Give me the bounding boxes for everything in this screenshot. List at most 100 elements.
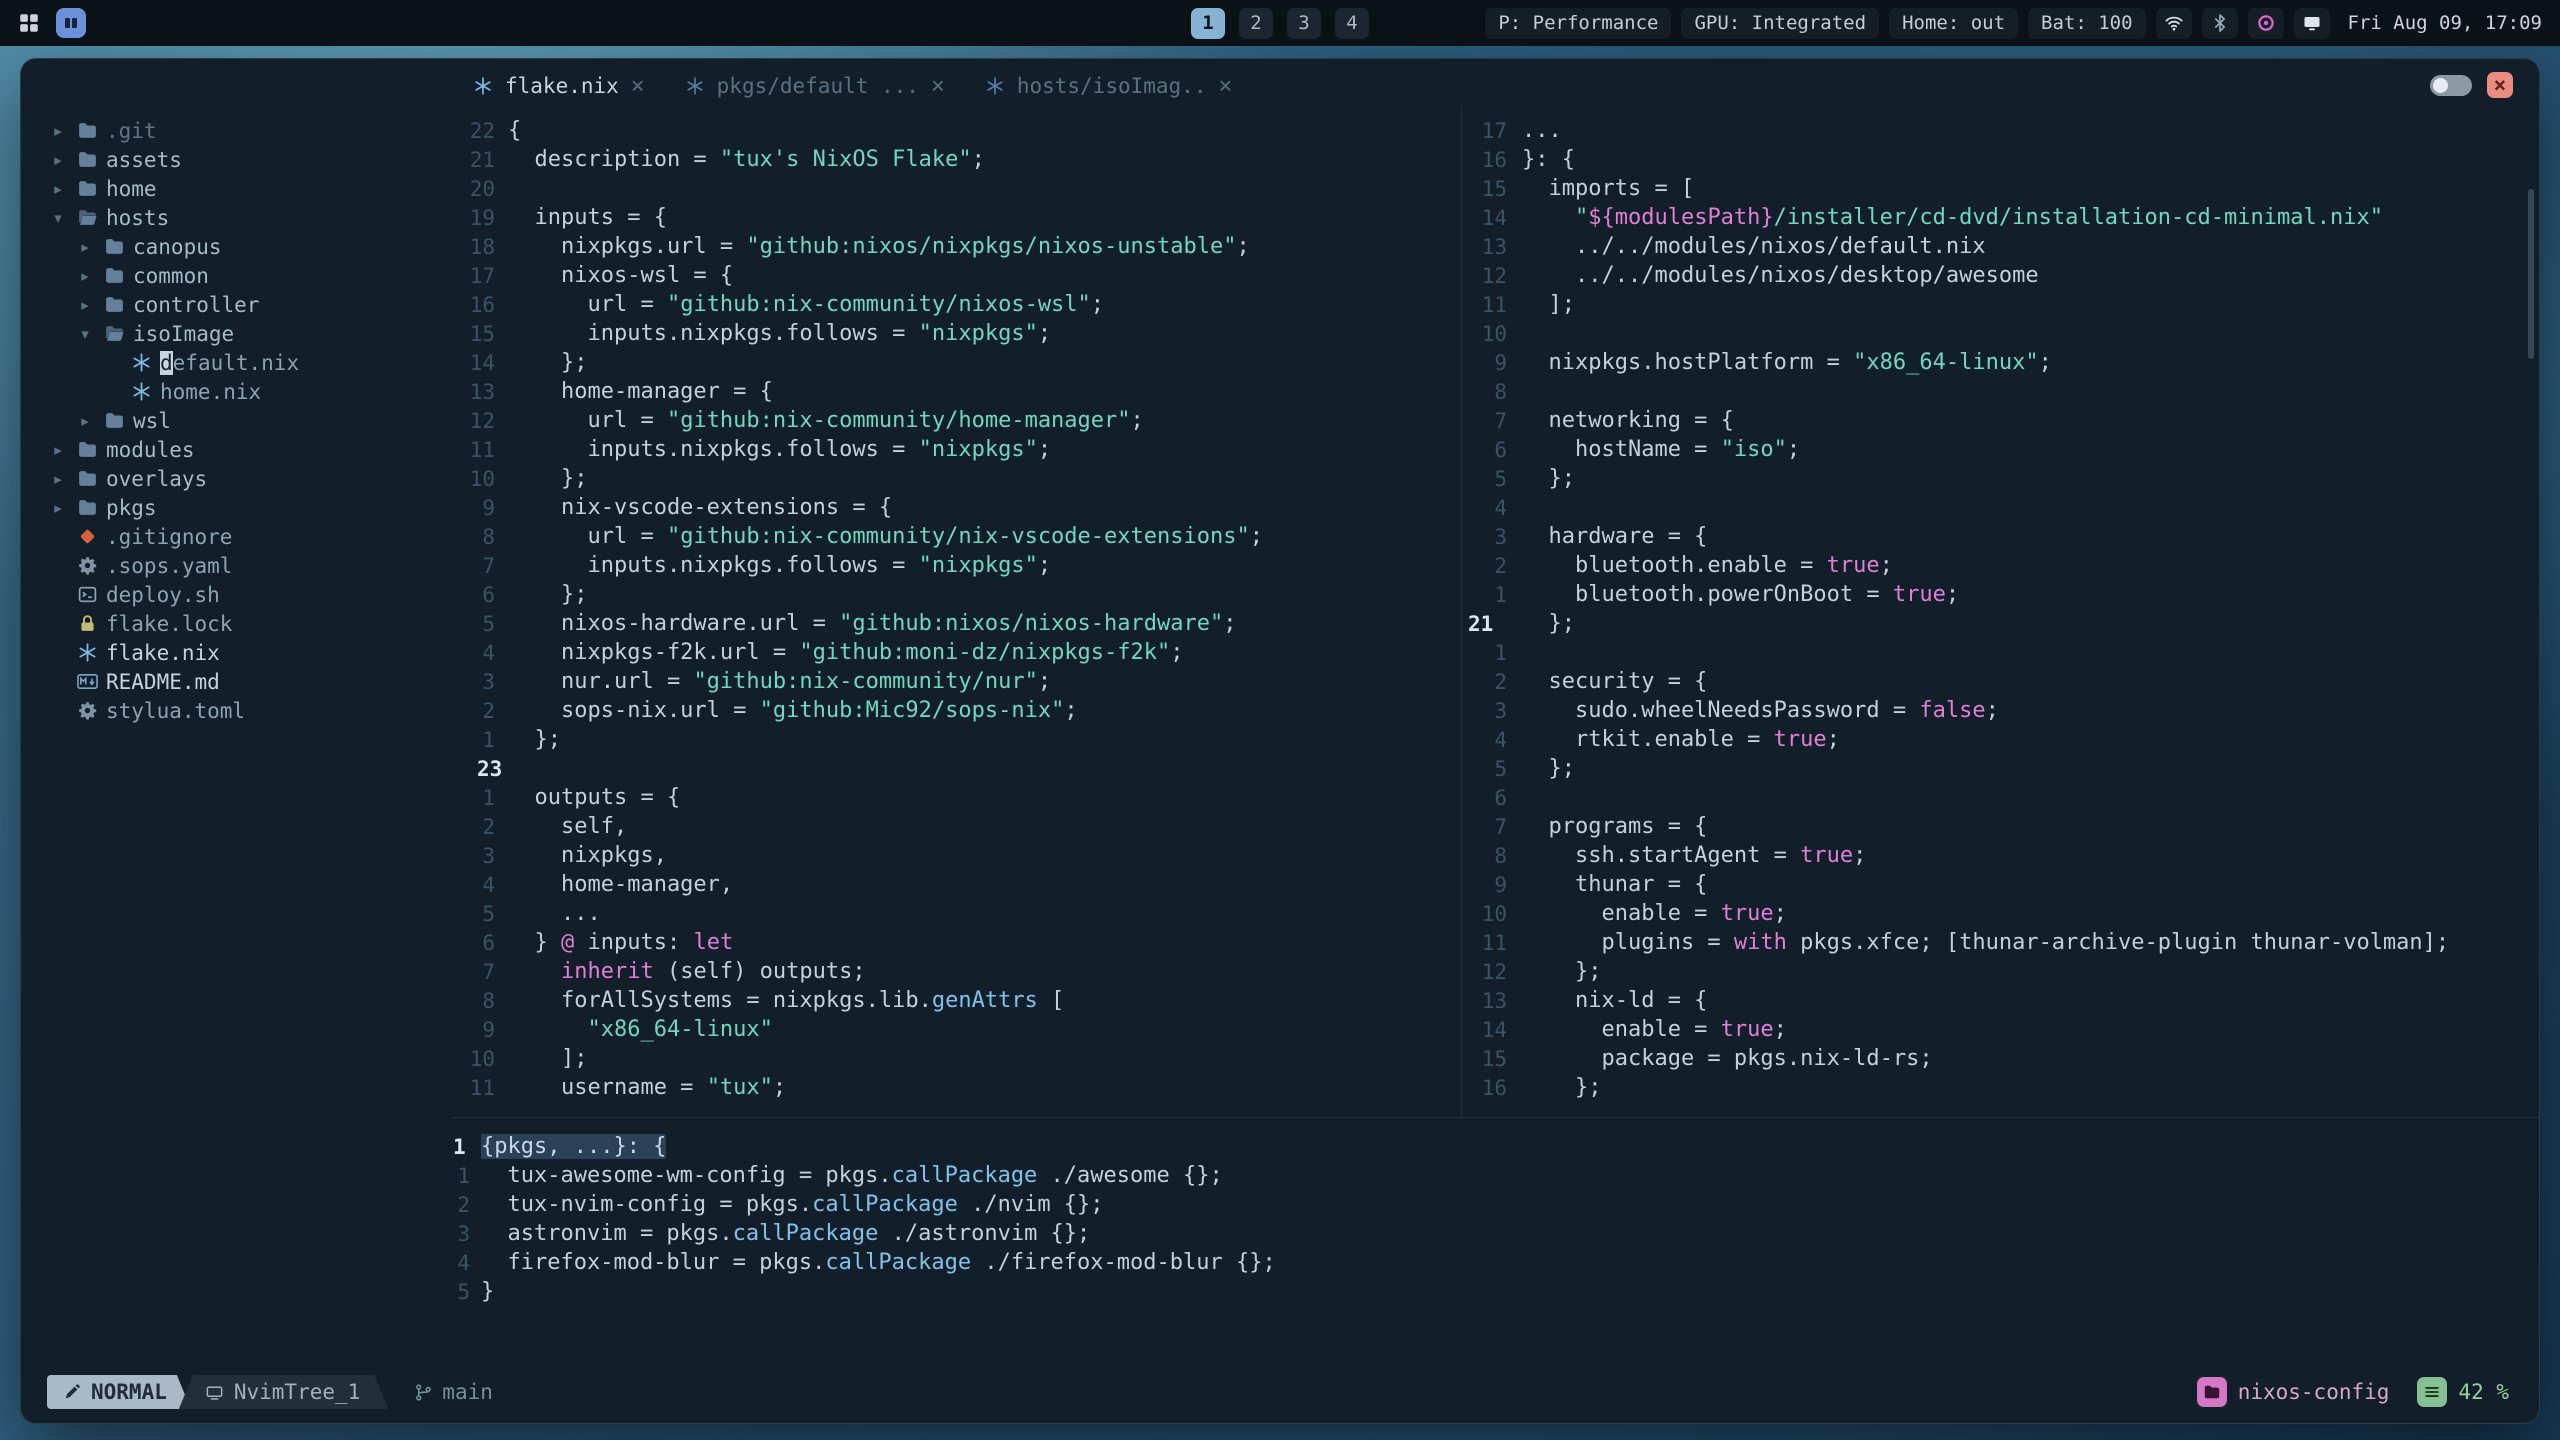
code-line[interactable]: 10	[1462, 319, 2539, 348]
code-line[interactable]: 21 };	[1462, 609, 2539, 638]
tree-item[interactable]: deploy.sh	[21, 580, 451, 609]
workspace-button[interactable]: 4	[1335, 7, 1369, 39]
code-line[interactable]: 21 description = "tux's NixOS Flake";	[451, 145, 1461, 174]
chevron-right-icon[interactable]: ▸	[45, 499, 71, 517]
chevron-down-icon[interactable]: ▾	[45, 209, 71, 227]
code-line[interactable]: 4 nixpkgs-f2k.url = "github:moni-dz/nixp…	[451, 638, 1461, 667]
code-line[interactable]: 10 enable = true;	[1462, 899, 2539, 928]
code-line[interactable]: 11 username = "tux";	[451, 1073, 1461, 1102]
tree-item[interactable]: ▸ wsl	[21, 406, 451, 435]
tab-close-icon[interactable]: ×	[1218, 74, 1232, 98]
code-line[interactable]: 16 url = "github:nix-community/nixos-wsl…	[451, 290, 1461, 319]
screen-icon[interactable]	[2293, 7, 2330, 39]
tree-item[interactable]: default.nix	[21, 348, 451, 377]
code-line[interactable]: 5 };	[1462, 754, 2539, 783]
code-line[interactable]: 14 enable = true;	[1462, 1015, 2539, 1044]
code-line[interactable]: 7 programs = {	[1462, 812, 2539, 841]
code-line[interactable]: 3 hardware = {	[1462, 522, 2539, 551]
code-line[interactable]: 9 thunar = {	[1462, 870, 2539, 899]
record-icon[interactable]	[2247, 7, 2284, 39]
chevron-right-icon[interactable]: ▸	[72, 267, 98, 285]
tree-item[interactable]: .sops.yaml	[21, 551, 451, 580]
code-line[interactable]: 2 bluetooth.enable = true;	[1462, 551, 2539, 580]
code-line[interactable]: 2 sops-nix.url = "github:Mic92/sops-nix"…	[451, 696, 1461, 725]
tree-item[interactable]: ▸ common	[21, 261, 451, 290]
code-line[interactable]: 14 "${modulesPath}/installer/cd-dvd/inst…	[1462, 203, 2539, 232]
code-line[interactable]: 2 tux-nvim-config = pkgs.callPackage ./n…	[451, 1190, 2539, 1219]
chevron-right-icon[interactable]: ▸	[72, 238, 98, 256]
wifi-icon[interactable]	[2155, 7, 2192, 39]
code-line[interactable]: 1 bluetooth.powerOnBoot = true;	[1462, 580, 2539, 609]
tree-item[interactable]: ▸ pkgs	[21, 493, 451, 522]
tree-item[interactable]: README.md	[21, 667, 451, 696]
tree-item[interactable]: .gitignore	[21, 522, 451, 551]
code-line[interactable]: 16 };	[1462, 1073, 2539, 1102]
code-line[interactable]: 1 outputs = {	[451, 783, 1461, 812]
tab[interactable]: pkgs/default ... ×	[685, 74, 945, 98]
chevron-right-icon[interactable]: ▸	[45, 470, 71, 488]
tree-item[interactable]: flake.lock	[21, 609, 451, 638]
scrollbar-thumb[interactable]	[2528, 189, 2534, 359]
code-line[interactable]: 4 rtkit.enable = true;	[1462, 725, 2539, 754]
code-line[interactable]: 1	[1462, 638, 2539, 667]
code-line[interactable]: 17...	[1462, 116, 2539, 145]
code-line[interactable]: 6 hostName = "iso";	[1462, 435, 2539, 464]
code-line[interactable]: 8 ssh.startAgent = true;	[1462, 841, 2539, 870]
code-line[interactable]: 3 sudo.wheelNeedsPassword = false;	[1462, 696, 2539, 725]
topbar-status-pill[interactable]: GPU: Integrated	[1681, 7, 1880, 39]
tab-close-icon[interactable]: ×	[631, 74, 645, 98]
code-line[interactable]: 7 networking = {	[1462, 406, 2539, 435]
chevron-right-icon[interactable]: ▸	[45, 441, 71, 459]
code-line[interactable]: 2 security = {	[1462, 667, 2539, 696]
topbar-status-pill[interactable]: Home: out	[1889, 7, 2019, 39]
tree-item[interactable]: ▸ assets	[21, 145, 451, 174]
tree-item[interactable]: ▾ isoImage	[21, 319, 451, 348]
code-line[interactable]: 8 forAllSystems = nixpkgs.lib.genAttrs [	[451, 986, 1461, 1015]
code-line[interactable]: 20	[451, 174, 1461, 203]
chevron-right-icon[interactable]: ▸	[72, 412, 98, 430]
tab[interactable]: flake.nix ×	[473, 74, 645, 98]
workspace-button[interactable]: 2	[1239, 7, 1273, 39]
code-line[interactable]: 13 home-manager = {	[451, 377, 1461, 406]
chevron-right-icon[interactable]: ▸	[45, 180, 71, 198]
code-line[interactable]: 9 nixpkgs.hostPlatform = "x86_64-linux";	[1462, 348, 2539, 377]
code-line[interactable]: 4	[1462, 493, 2539, 522]
code-line[interactable]: 23	[451, 754, 1461, 783]
tab[interactable]: hosts/isoImag.. ×	[985, 74, 1232, 98]
code-line[interactable]: 9 "x86_64-linux"	[451, 1015, 1461, 1044]
code-line[interactable]: 7 inherit (self) outputs;	[451, 957, 1461, 986]
tree-item[interactable]: flake.nix	[21, 638, 451, 667]
tree-item[interactable]: ▸ overlays	[21, 464, 451, 493]
code-line[interactable]: 11 ];	[1462, 290, 2539, 319]
code-line[interactable]: 8 url = "github:nix-community/nix-vscode…	[451, 522, 1461, 551]
code-line[interactable]: 4 firefox-mod-blur = pkgs.callPackage ./…	[451, 1248, 2539, 1277]
code-line[interactable]: 19 inputs = {	[451, 203, 1461, 232]
code-line[interactable]: 7 inputs.nixpkgs.follows = "nixpkgs";	[451, 551, 1461, 580]
code-line[interactable]: 22 {	[451, 116, 1461, 145]
tree-item[interactable]: ▸ home	[21, 174, 451, 203]
apps-grid-icon[interactable]	[18, 12, 40, 34]
topbar-status-pill[interactable]: P: Performance	[1485, 7, 1672, 39]
chevron-right-icon[interactable]: ▸	[72, 296, 98, 314]
code-line[interactable]: 18 nixpkgs.url = "github:nixos/nixpkgs/n…	[451, 232, 1461, 261]
code-line[interactable]: 15 inputs.nixpkgs.follows = "nixpkgs";	[451, 319, 1461, 348]
code-line[interactable]: 6 } @ inputs: let	[451, 928, 1461, 957]
chevron-right-icon[interactable]: ▸	[45, 151, 71, 169]
code-line[interactable]: 3 astronvim = pkgs.callPackage ./astronv…	[451, 1219, 2539, 1248]
close-button[interactable]: ×	[2487, 72, 2513, 98]
code-line[interactable]: 3 nixpkgs,	[451, 841, 1461, 870]
tree-item[interactable]: ▸ canopus	[21, 232, 451, 261]
tree-item[interactable]: ▸ .git	[21, 116, 451, 145]
code-line[interactable]: 1 tux-awesome-wm-config = pkgs.callPacka…	[451, 1161, 2539, 1190]
code-line[interactable]: 6 };	[451, 580, 1461, 609]
chevron-right-icon[interactable]: ▸	[45, 122, 71, 140]
bluetooth-icon[interactable]	[2201, 7, 2238, 39]
code-line[interactable]: 12 };	[1462, 957, 2539, 986]
code-line[interactable]: 11 plugins = with pkgs.xfce; [thunar-arc…	[1462, 928, 2539, 957]
code-line[interactable]: 4 home-manager,	[451, 870, 1461, 899]
code-line[interactable]: 3 nur.url = "github:nix-community/nur";	[451, 667, 1461, 696]
code-line[interactable]: 5 ...	[451, 899, 1461, 928]
code-line[interactable]: 11 inputs.nixpkgs.follows = "nixpkgs";	[451, 435, 1461, 464]
code-line[interactable]: 9 nix-vscode-extensions = {	[451, 493, 1461, 522]
topbar-status-pill[interactable]: Bat: 100	[2028, 7, 2146, 39]
